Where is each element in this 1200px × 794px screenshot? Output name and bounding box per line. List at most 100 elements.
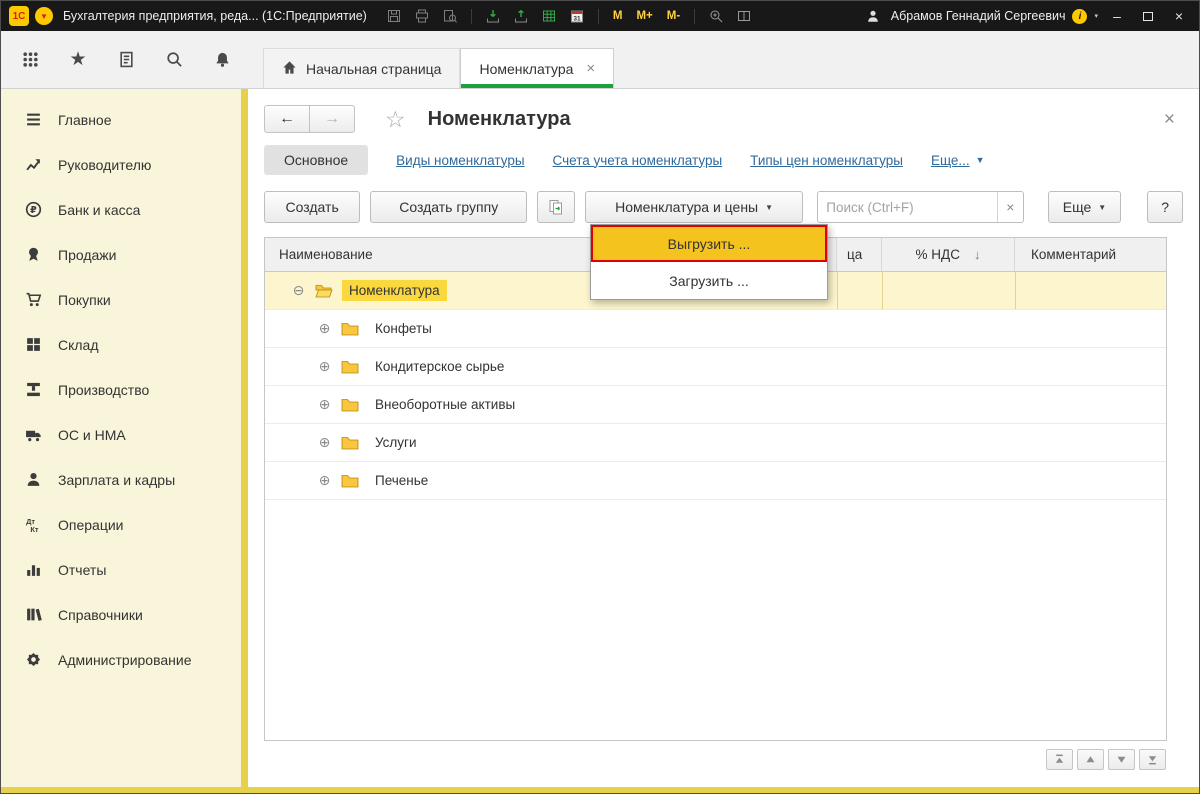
title-bar: 1С ▼ Бухгалтерия предприятия, реда... (1… — [1, 1, 1199, 31]
open-tabs: Начальная страница Номенклатура × — [248, 48, 614, 88]
sidebar-item-label: Производство — [58, 382, 149, 398]
info-caret-icon[interactable]: ▾ — [1094, 12, 1098, 20]
load-file-icon[interactable] — [482, 5, 504, 27]
close-window-button[interactable]: × — [1167, 5, 1191, 27]
expand-icon[interactable]: ⊕ — [317, 320, 332, 337]
help-button[interactable]: ? — [1147, 191, 1183, 223]
seal-icon — [23, 246, 43, 263]
column-header-comment[interactable]: Комментарий — [1015, 238, 1166, 271]
create-button[interactable]: Создать — [264, 191, 360, 223]
favorites-star-icon[interactable]: ★ — [69, 50, 87, 69]
print-icon[interactable] — [411, 5, 433, 27]
menu-icon — [23, 111, 43, 128]
nomenclature-prices-dropdown: Выгрузить ... Загрузить ... — [590, 224, 828, 300]
sidebar-item-production[interactable]: Производство — [1, 367, 241, 412]
table-row[interactable]: ⊕ Кондитерское сырье — [265, 348, 1166, 386]
section-main-pill[interactable]: Основное — [264, 145, 368, 175]
print-preview-icon[interactable] — [439, 5, 461, 27]
more-button[interactable]: Еще ▼ — [1048, 191, 1121, 223]
link-more-label: Еще... — [931, 153, 970, 168]
svg-text:Кт: Кт — [30, 525, 39, 533]
search-input[interactable] — [818, 192, 996, 222]
sidebar-item-bank-cash[interactable]: ₽ Банк и касса — [1, 187, 241, 232]
arrow-up-icon — [1085, 754, 1096, 765]
folder-icon — [341, 473, 359, 488]
sidebar-item-directories[interactable]: Справочники — [1, 592, 241, 637]
tab-close-icon[interactable]: × — [586, 60, 595, 77]
trend-chart-icon — [23, 156, 43, 173]
sidebar-item-administration[interactable]: Администрирование — [1, 637, 241, 682]
back-button[interactable]: ← — [264, 105, 310, 133]
link-nomenclature-types[interactable]: Виды номенклатуры — [396, 153, 524, 168]
copy-icon — [548, 199, 564, 215]
page-close-button[interactable]: × — [1164, 109, 1175, 131]
1c-logo: 1С — [9, 6, 29, 26]
info-icon[interactable]: i — [1072, 9, 1087, 24]
sidebar-item-manager[interactable]: Руководителю — [1, 142, 241, 187]
row-label: Внеоборотные активы — [368, 394, 522, 415]
current-user-name[interactable]: Абрамов Геннадий Сергеевич — [891, 9, 1066, 23]
expand-icon[interactable]: ⊕ — [317, 472, 332, 489]
calendar-icon[interactable]: 31 — [566, 5, 588, 27]
calendar-day: 31 — [573, 15, 581, 22]
expand-icon[interactable]: ⊕ — [317, 358, 332, 375]
expand-icon[interactable]: ⊕ — [317, 396, 332, 413]
split-view-icon[interactable] — [733, 5, 755, 27]
search-icon[interactable] — [165, 51, 183, 68]
column-header-vat[interactable]: % НДС ↓ — [882, 238, 1015, 271]
menu-item-export[interactable]: Выгрузить ... — [591, 225, 827, 262]
menu-item-import[interactable]: Загрузить ... — [591, 262, 827, 299]
link-price-types[interactable]: Типы цен номенклатуры — [750, 153, 903, 168]
go-up-button[interactable] — [1077, 749, 1104, 770]
column-header-unit[interactable]: ца — [837, 238, 882, 271]
apps-grid-icon[interactable] — [21, 51, 39, 68]
link-more[interactable]: Еще... ▼ — [931, 153, 985, 168]
table-row[interactable]: ⊕ Внеоборотные активы — [265, 386, 1166, 424]
go-last-button[interactable] — [1139, 749, 1166, 770]
memory-plus-button[interactable]: M+ — [632, 10, 656, 22]
spreadsheet-icon[interactable] — [538, 5, 560, 27]
table-row[interactable]: ⊕ Печенье — [265, 462, 1166, 500]
notifications-bell-icon[interactable] — [213, 51, 231, 68]
sidebar-item-label: Операции — [58, 517, 124, 533]
memory-minus-button[interactable]: M- — [663, 10, 684, 22]
sidebar-item-sales[interactable]: Продажи — [1, 232, 241, 277]
go-down-button[interactable] — [1108, 749, 1135, 770]
maximize-button[interactable] — [1136, 5, 1160, 27]
sidebar-item-salary-hr[interactable]: Зарплата и кадры — [1, 457, 241, 502]
expand-icon[interactable]: ⊕ — [317, 434, 332, 451]
zoom-icon[interactable] — [705, 5, 727, 27]
minimize-button[interactable]: – — [1105, 5, 1129, 27]
create-group-button[interactable]: Создать группу — [370, 191, 527, 223]
collapse-icon[interactable]: ⊖ — [291, 282, 306, 299]
search-clear-button[interactable]: × — [997, 192, 1023, 222]
quick-access-toolbar: ★ — [1, 31, 248, 88]
unload-file-icon[interactable] — [510, 5, 532, 27]
sidebar-item-main[interactable]: Главное — [1, 97, 241, 142]
open-folder-icon — [315, 283, 333, 298]
main-menu-icon[interactable]: ▼ — [35, 7, 53, 25]
sort-desc-icon: ↓ — [974, 247, 981, 262]
favorite-star-icon[interactable]: ☆ — [385, 106, 406, 133]
tab-nomenclature[interactable]: Номенклатура × — [460, 48, 614, 88]
nomenclature-prices-menu-button[interactable]: Номенклатура и цены ▼ — [585, 191, 803, 223]
sidebar-item-warehouse[interactable]: Склад — [1, 322, 241, 367]
memory-recall-button[interactable]: M — [609, 10, 627, 22]
sidebar-item-fixed-assets[interactable]: ОС и НМА — [1, 412, 241, 457]
forward-button[interactable]: → — [309, 105, 355, 133]
link-accounting-accounts[interactable]: Счета учета номенклатуры — [553, 153, 723, 168]
tab-home[interactable]: Начальная страница — [263, 48, 460, 88]
sidebar-item-operations[interactable]: ДтКт Операции — [1, 502, 241, 547]
save-icon[interactable] — [383, 5, 405, 27]
caret-down-icon: ▼ — [976, 155, 985, 165]
history-icon[interactable] — [117, 51, 135, 68]
table-row[interactable]: ⊕ Конфеты — [265, 310, 1166, 348]
go-first-button[interactable] — [1046, 749, 1073, 770]
sidebar-item-reports[interactable]: Отчеты — [1, 547, 241, 592]
table-row[interactable]: ⊕ Услуги — [265, 424, 1166, 462]
sidebar-item-label: Продажи — [58, 247, 116, 263]
maximize-icon — [1143, 12, 1153, 21]
copy-item-button[interactable] — [537, 191, 575, 223]
sidebar-item-label: Руководителю — [58, 157, 151, 173]
sidebar-item-purchases[interactable]: Покупки — [1, 277, 241, 322]
